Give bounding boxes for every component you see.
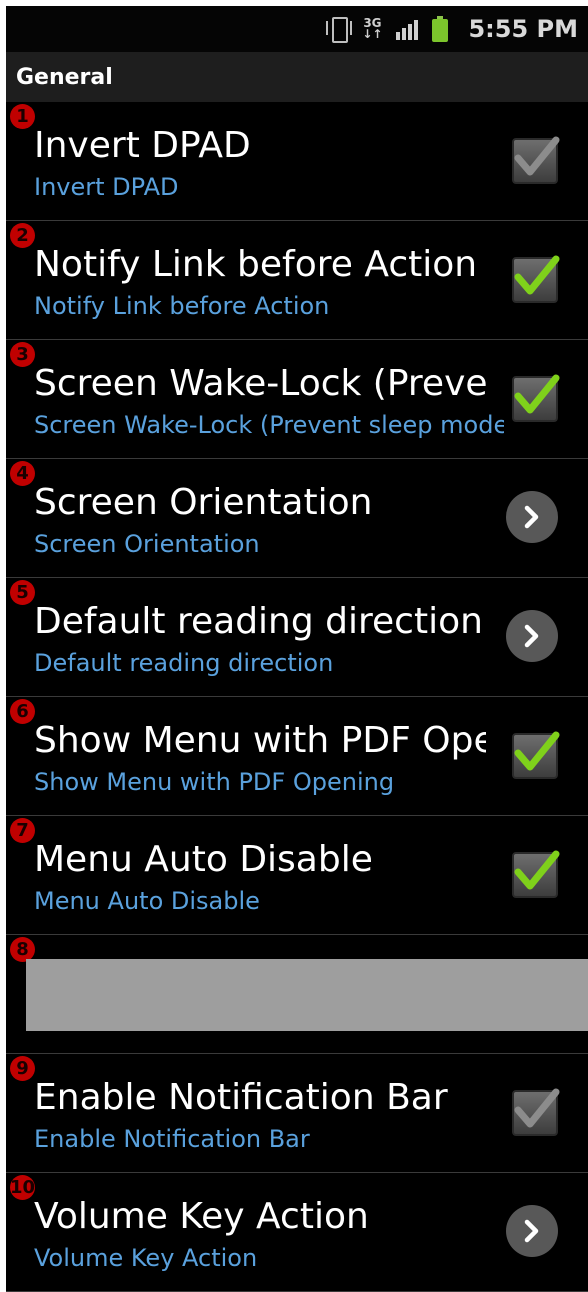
section-title: General: [16, 65, 113, 90]
preference-title: Invert DPAD: [34, 125, 251, 166]
number-badge: 4: [10, 461, 35, 486]
preference-checkbox[interactable]: [512, 1088, 560, 1136]
signal-bars-icon: [396, 18, 419, 40]
preference-item-show-menu-with-pdf-ope[interactable]: 6 Show Menu with PDF Ope Show Menu with PD…: [6, 697, 588, 816]
preference-summary: Enable Notification Bar: [34, 1125, 310, 1153]
preference-checkbox[interactable]: [512, 136, 560, 184]
preference-title: Screen Wake-Lock (Preve: [34, 363, 486, 404]
preference-checkbox[interactable]: [512, 374, 560, 422]
preference-item-item-8[interactable]: 8: [6, 935, 588, 1054]
chevron-right-icon[interactable]: [506, 491, 558, 543]
section-header: General: [6, 52, 588, 103]
preference-summary: Screen Orientation: [34, 530, 260, 558]
number-badge: 3: [10, 342, 35, 367]
preference-item-screen-orientation[interactable]: 4 Screen Orientation Screen Orientation: [6, 459, 588, 578]
redaction-block: [26, 959, 588, 1031]
status-bar: 3G ↓↑ 5:55 PM: [6, 6, 588, 52]
preference-checkbox[interactable]: [512, 731, 560, 779]
preference-item-enable-notification-bar[interactable]: 9 Enable Notification Bar Enable Notificat…: [6, 1054, 588, 1173]
battery-icon: [432, 16, 449, 42]
preference-title: Default reading direction: [34, 601, 483, 642]
preference-summary: Default reading direction: [34, 649, 334, 677]
settings-screen: 3G ↓↑ 5:55 PM General 1 Invert DPAD Invert…: [6, 6, 588, 1292]
preference-summary: Volume Key Action: [34, 1244, 258, 1272]
preference-title: Enable Notification Bar: [34, 1077, 448, 1118]
preference-summary: Notify Link before Action: [34, 292, 330, 320]
preference-summary: Show Menu with PDF Opening: [34, 768, 395, 796]
preference-title: Show Menu with PDF Ope: [34, 720, 486, 761]
number-badge: 10: [9, 1175, 36, 1200]
preference-item-notify-link-before-action[interactable]: 2 Notify Link before Action Notify Link be…: [6, 221, 588, 340]
number-badge: 7: [10, 818, 35, 843]
number-badge: 2: [10, 223, 35, 248]
preference-list: 1 Invert DPAD Invert DPAD 2 Notify Link befo…: [6, 102, 588, 1292]
check-icon: [514, 731, 560, 771]
status-icons: 3G ↓↑ 5:55 PM: [326, 14, 578, 44]
check-icon: [514, 255, 560, 295]
number-badge: 6: [10, 699, 35, 724]
preference-title: Menu Auto Disable: [34, 839, 373, 880]
preference-item-default-reading-direction[interactable]: 5 Default reading direction Default readin…: [6, 578, 588, 697]
number-badge: 5: [10, 580, 35, 605]
network-3g-icon: 3G ↓↑: [362, 16, 383, 41]
preference-item-menu-auto-disable[interactable]: 7 Menu Auto Disable Menu Auto Disable: [6, 816, 588, 935]
check-icon: [514, 850, 560, 890]
preference-item-screen-wake-lock-preve[interactable]: 3 Screen Wake-Lock (Preve Screen Wake-Lock…: [6, 340, 588, 459]
preference-checkbox[interactable]: [512, 255, 560, 303]
preference-title: Notify Link before Action: [34, 244, 478, 285]
vibrate-icon: [326, 15, 353, 43]
status-time: 5:55 PM: [468, 15, 578, 43]
check-icon: [514, 374, 560, 414]
preference-summary: Menu Auto Disable: [34, 887, 260, 915]
chevron-right-icon[interactable]: [506, 610, 558, 662]
number-badge: 9: [10, 1056, 35, 1081]
preference-item-volume-key-action[interactable]: 10 Volume Key Action Volume Key Action: [6, 1173, 588, 1292]
preference-title: Screen Orientation: [34, 482, 373, 523]
preference-summary: Invert DPAD: [34, 173, 179, 201]
number-badge: 1: [10, 104, 35, 129]
check-icon: [514, 136, 560, 176]
check-icon: [514, 1088, 560, 1128]
preference-title: Volume Key Action: [34, 1196, 369, 1237]
preference-summary: Screen Wake-Lock (Prevent sleep mode): [34, 411, 504, 439]
preference-item-invert-dpad[interactable]: 1 Invert DPAD Invert DPAD: [6, 102, 588, 221]
chevron-right-icon[interactable]: [506, 1205, 558, 1257]
preference-checkbox[interactable]: [512, 850, 560, 898]
